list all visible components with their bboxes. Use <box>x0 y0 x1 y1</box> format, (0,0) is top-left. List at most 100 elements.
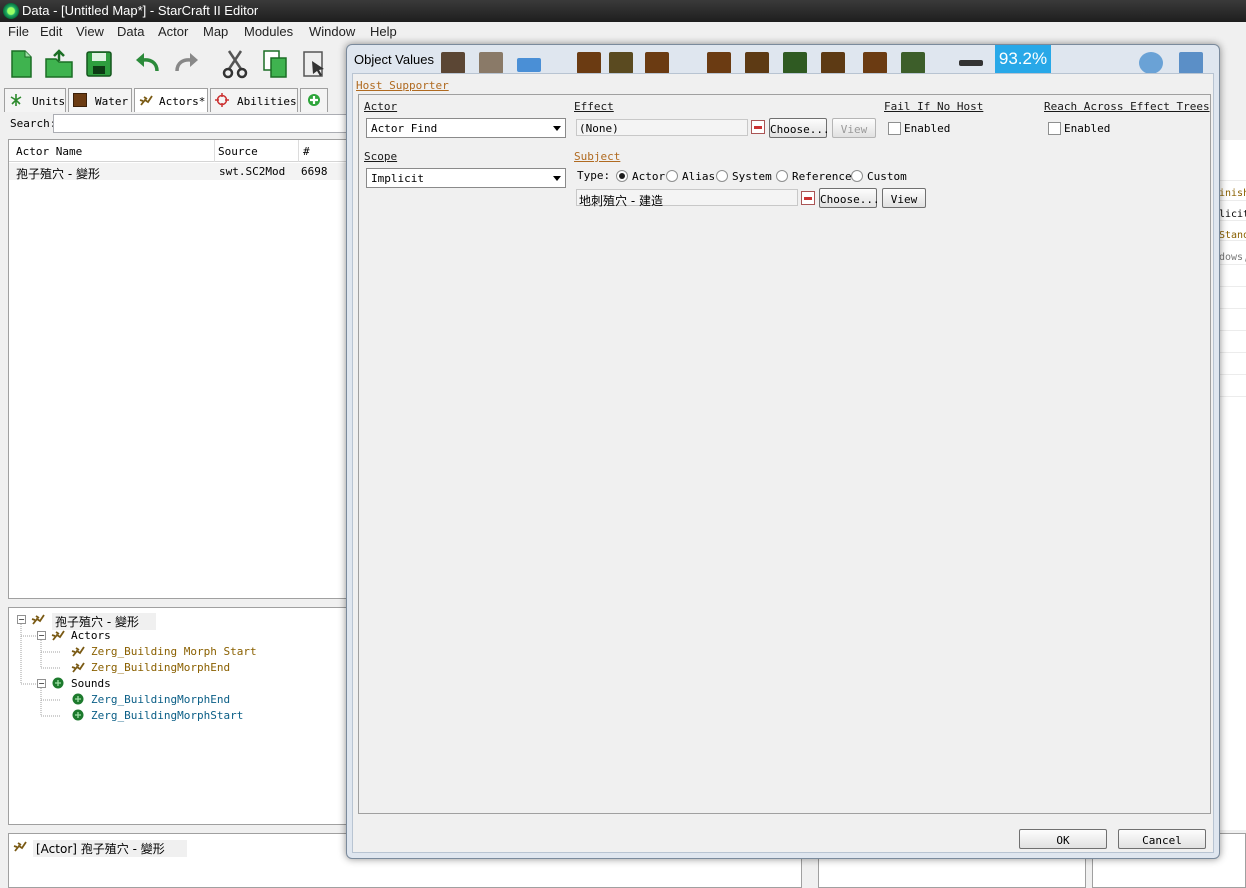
actor-icon <box>71 646 85 657</box>
paste-icon <box>303 51 324 77</box>
tree-root-label[interactable]: 孢子殖穴 - 變形 <box>52 613 156 630</box>
ok-label: OK <box>1056 834 1070 847</box>
cut-button[interactable] <box>218 47 252 81</box>
column-header-count[interactable]: # <box>303 145 310 158</box>
fail-if-no-host-enabled-label: Enabled <box>904 122 951 135</box>
tree-group-sounds[interactable]: Sounds <box>71 677 111 690</box>
sound-icon <box>72 709 84 721</box>
actor-icon <box>51 630 65 641</box>
tab-water-label: Water <box>95 95 129 108</box>
menu-file[interactable]: File <box>8 24 29 39</box>
list-header: Actor Name Source # <box>9 140 347 162</box>
sound-icon <box>72 693 84 705</box>
undo-icon <box>136 53 159 72</box>
reach-across-checkbox[interactable] <box>1048 122 1061 135</box>
tree-item-sound-2[interactable]: Zerg_BuildingMorphStart <box>91 709 243 722</box>
cancel-button[interactable]: Cancel <box>1118 829 1206 849</box>
tree-item-actor-1[interactable]: Zerg_Building Morph Start <box>91 645 257 658</box>
tab-abilities[interactable]: Abilities <box>210 88 298 112</box>
tab-actors[interactable]: Actors* <box>134 88 208 112</box>
actor-icon <box>31 614 45 625</box>
fail-if-no-host-checkbox[interactable] <box>888 122 901 135</box>
search-data-icon <box>1139 52 1163 74</box>
subject-choose-button[interactable]: Choose... <box>819 188 880 208</box>
actor-icon <box>13 841 27 852</box>
effect-clear-button[interactable] <box>751 120 765 134</box>
data-icon-8 <box>863 52 887 74</box>
menu-edit[interactable]: Edit <box>40 24 62 39</box>
table-row[interactable]: 孢子殖穴 - 變形 swt.SC2Mod 6698 <box>9 163 347 181</box>
effect-choose-button[interactable]: Choose... <box>769 118 830 138</box>
actor-dropdown[interactable]: Actor Find <box>366 118 566 138</box>
column-header-actor-name[interactable]: Actor Name <box>16 145 82 158</box>
paste-button[interactable] <box>298 47 332 81</box>
reach-across-enabled-label: Enabled <box>1064 122 1111 135</box>
menu-map[interactable]: Map <box>203 24 228 39</box>
redo-button[interactable] <box>170 47 204 81</box>
redo-icon <box>175 53 198 72</box>
ok-button[interactable]: OK <box>1019 829 1107 849</box>
column-header-source[interactable]: Source <box>218 145 258 158</box>
subject-view-button[interactable]: View <box>882 188 926 208</box>
background-fragment-1: inish <box>1219 188 1246 199</box>
scope-dropdown[interactable]: Implicit <box>366 168 566 188</box>
menu-view[interactable]: View <box>76 24 104 39</box>
search-input[interactable] <box>53 114 353 133</box>
subject-type-actor-radio[interactable] <box>616 170 628 182</box>
menu-help[interactable]: Help <box>370 24 397 39</box>
undo-button[interactable] <box>130 47 164 81</box>
tab-add[interactable] <box>300 88 328 112</box>
open-button[interactable] <box>42 47 76 81</box>
tree-item-actor-2[interactable]: Zerg_BuildingMorphEnd <box>91 661 230 674</box>
actor-list-panel: Actor Name Source # 孢子殖穴 - 變形 swt.SC2Mod… <box>8 139 348 599</box>
tree-actors-expander[interactable]: − <box>37 631 46 640</box>
host-supporter-link[interactable]: Host Supporter <box>356 79 449 92</box>
new-document-icon <box>11 50 32 78</box>
tab-units-label: Units <box>32 95 66 108</box>
background-fragment-2: licit <box>1219 209 1246 220</box>
add-tab-icon <box>308 94 320 106</box>
tab-units[interactable]: Units <box>4 88 66 112</box>
window-title: Data - [Untitled Map*] - StarCraft II Ed… <box>22 3 259 18</box>
tree-root-expander[interactable]: − <box>17 615 26 624</box>
data-icon-6 <box>783 52 807 74</box>
menu-data[interactable]: Data <box>117 24 144 39</box>
dialog-title: Object Values <box>354 52 434 67</box>
actor-icon <box>71 662 85 673</box>
new-document-button[interactable] <box>4 47 38 81</box>
subject-value-field[interactable]: 地刺殖穴 - 建造 <box>576 189 798 208</box>
subject-type-label: Type: <box>577 169 611 182</box>
copy-button[interactable] <box>258 47 292 81</box>
subject-clear-button[interactable] <box>801 191 815 205</box>
units-icon <box>10 94 22 106</box>
tab-water[interactable]: Water <box>68 88 132 112</box>
menu-modules[interactable]: Modules <box>244 24 293 39</box>
tree-sounds-expander[interactable]: − <box>37 679 46 688</box>
terrain-tool-icon <box>441 52 465 74</box>
subject-type-custom-radio[interactable] <box>851 170 863 182</box>
subject-type-actor-label: Actor <box>632 170 666 183</box>
tree-item-sound-1[interactable]: Zerg_BuildingMorphEnd <box>91 693 230 706</box>
effect-view-button[interactable]: View <box>832 118 876 138</box>
subject-type-system-radio[interactable] <box>716 170 728 182</box>
save-disk-icon <box>86 51 112 77</box>
data-icon-3 <box>645 52 669 74</box>
subject-type-reference-radio[interactable] <box>776 170 788 182</box>
menu-window[interactable]: Window <box>309 24 355 39</box>
tree-group-actors[interactable]: Actors <box>71 629 111 642</box>
data-icon-10 <box>959 60 983 66</box>
field-panel-header[interactable]: [Actor] 孢子殖穴 - 變形 <box>33 840 187 857</box>
effect-value-field[interactable]: (None) <box>576 119 748 136</box>
menu-actor[interactable]: Actor <box>158 24 188 39</box>
save-button[interactable] <box>82 47 116 81</box>
background-fragment-4: dows, <box>1219 252 1246 263</box>
effect-field-label: Effect <box>574 100 614 113</box>
actor-field-label: Actor <box>364 100 398 113</box>
subject-type-alias-radio[interactable] <box>666 170 678 182</box>
subject-type-reference-label: Reference <box>792 170 852 183</box>
fail-if-no-host-label: Fail If No Host <box>884 100 984 113</box>
values-panel: Actor Actor Find Effect (None) Choose...… <box>358 94 1211 814</box>
scope-field-label: Scope <box>364 150 398 163</box>
text-data-icon <box>1179 52 1203 74</box>
data-type-tabs: Units Water Actors* Abilities <box>4 88 344 112</box>
